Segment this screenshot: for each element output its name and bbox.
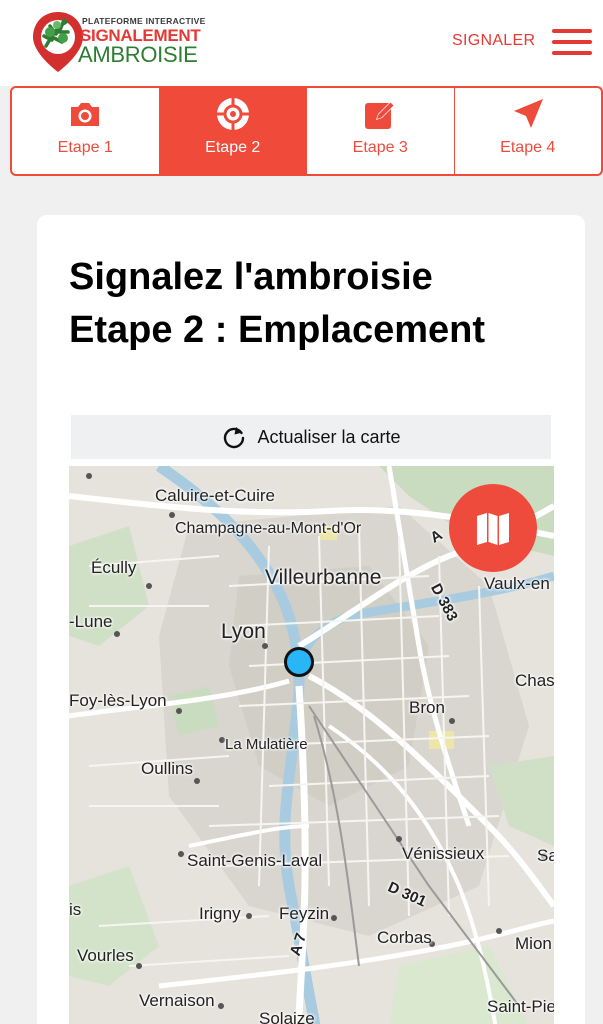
refresh-map-label: Actualiser la carte (257, 426, 401, 447)
tab-etape-3[interactable]: Etape 3 (307, 88, 455, 174)
map-label: Feyzin (279, 904, 330, 923)
location-marker[interactable] (284, 647, 314, 677)
step-label: Etape 3 (352, 139, 408, 156)
map-label: Foy-lès-Lyon (69, 691, 167, 710)
logo-tagline: PLATEFORME INTERACTIVE (82, 16, 206, 26)
title-line-2: Etape 2 : Emplacement (69, 309, 486, 351)
signaler-link[interactable]: SIGNALER (452, 32, 535, 50)
map-label: La Mulatière (225, 736, 308, 753)
tab-etape-4[interactable]: Etape 4 (455, 88, 602, 174)
tab-etape-1[interactable]: Etape 1 (12, 88, 160, 174)
map-label: Mion (515, 934, 552, 953)
map-label: Saint-Pie (487, 997, 554, 1016)
crosshair-icon (216, 98, 249, 130)
map-label: Solaize (259, 1009, 315, 1024)
report-card: Signalez l'ambroisie Etape 2 : Emplaceme… (37, 215, 585, 1024)
step-label: Etape 1 (57, 139, 113, 156)
edit-icon (365, 100, 397, 129)
map-label: Vénissieux (402, 844, 485, 863)
map-label: Champagne-au-Mont-d'Or (175, 520, 362, 537)
site-logo[interactable]: PLATEFORME INTERACTIVE SIGNALEMENT AMBRO… (30, 8, 210, 76)
map-label: Bron (409, 698, 445, 717)
map-label: Irigny (199, 904, 241, 923)
page-title: Signalez l'ambroisie Etape 2 : Emplaceme… (69, 251, 569, 357)
map-label: Saint-Genis-Laval (187, 851, 323, 870)
map-icon (477, 513, 509, 545)
map-label: Corbas (377, 928, 432, 947)
map-label: Villeurbanne (265, 566, 382, 589)
map-label: Lyon (221, 620, 266, 643)
step-label: Etape 2 (205, 139, 261, 156)
map-label: is (69, 900, 82, 919)
refresh-map-button[interactable]: Actualiser la carte (71, 415, 551, 459)
step-tabs: Etape 1 Etape 2 Etape 3 Etape 4 (10, 86, 603, 176)
map-label: Écully (91, 558, 137, 577)
step-label: Etape 4 (500, 139, 556, 156)
map-label: Sa (537, 846, 554, 865)
map-label: -Lune (69, 612, 113, 631)
send-icon (513, 99, 543, 128)
map-label: Chas (515, 671, 554, 690)
hamburger-icon[interactable] (552, 29, 592, 55)
refresh-icon (224, 427, 245, 449)
map-label: Vourles (77, 946, 134, 965)
title-line-1: Signalez l'ambroisie (69, 256, 433, 298)
location-map[interactable]: Caluire-et-Cuire Champagne-au-Mont-d'Or … (69, 466, 554, 1024)
map-layers-button[interactable] (449, 484, 537, 572)
logo-title-ambroisie: AMBROISIE (78, 42, 198, 67)
map-label: Oullins (141, 759, 193, 778)
site-header: PLATEFORME INTERACTIVE SIGNALEMENT AMBRO… (0, 0, 603, 86)
map-label: Vaulx-en (484, 574, 550, 593)
tab-etape-2[interactable]: Etape 2 (159, 88, 307, 174)
map-label: Caluire-et-Cuire (155, 486, 275, 505)
map-label: Vernaison (139, 991, 215, 1010)
camera-icon (71, 103, 100, 126)
